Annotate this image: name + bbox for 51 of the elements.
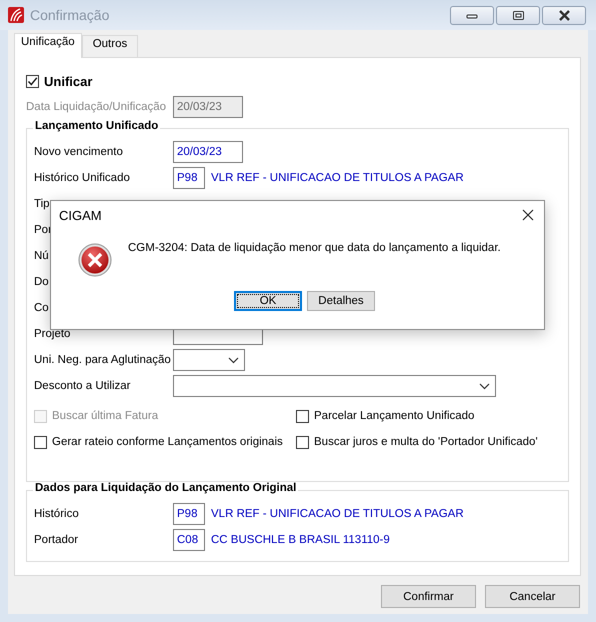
- checkbox[interactable]: [34, 436, 47, 448]
- field-label: Histórico Unificado: [34, 172, 130, 184]
- checkbox[interactable]: [26, 74, 39, 88]
- dropdown-field[interactable]: [173, 375, 496, 397]
- checkbox-label: Parcelar Lançamento Unificado: [314, 410, 474, 422]
- close-button[interactable]: [542, 6, 586, 24]
- checkbox-label: Gerar rateio conforme Lançamentos originais: [52, 436, 283, 448]
- checkbox[interactable]: [296, 436, 309, 448]
- field-label: Data Liquidação/Unificação: [26, 101, 168, 113]
- checkbox[interactable]: [296, 410, 309, 422]
- field-label: Tip: [34, 198, 50, 210]
- close-icon[interactable]: [522, 209, 534, 221]
- dialog-button[interactable]: Confirmar: [381, 585, 476, 608]
- field-label: Do: [34, 276, 49, 288]
- tab[interactable]: Outros: [82, 35, 138, 57]
- maximize-icon: [512, 10, 524, 20]
- minimize-button[interactable]: [450, 6, 494, 24]
- checkbox-label: Unificar: [44, 74, 92, 88]
- dialog-title: CIGAM: [59, 208, 102, 222]
- field-label: Co: [34, 302, 49, 314]
- caret-icon: [479, 382, 490, 390]
- date-field[interactable]: 20/03/23: [173, 141, 243, 163]
- maximize-button[interactable]: [496, 6, 540, 24]
- code-field[interactable]: P98: [173, 503, 205, 525]
- caret-icon: [228, 356, 239, 364]
- field-label: Desconto a Utilizar: [34, 380, 131, 392]
- field-label: Histórico: [34, 508, 79, 520]
- dialog-button[interactable]: Detalhes: [307, 291, 375, 311]
- error-message: CGM-3204: Data de liquidação menor que data do lançamento a liquidar.: [128, 241, 501, 254]
- close-icon: [558, 10, 570, 20]
- code-description: CC BUSCHLE B BRASIL 113110-9: [211, 534, 390, 546]
- code-description: VLR REF - UNIFICACAO DE TITULOS A PAGAR: [211, 172, 464, 184]
- field-label: Portador: [34, 534, 78, 546]
- field-label: Por: [34, 224, 52, 236]
- code-field[interactable]: C08: [173, 529, 205, 551]
- checkbox-label: Buscar juros e multa do 'Portador Unificado': [314, 436, 538, 448]
- field-label: Novo vencimento: [34, 146, 123, 158]
- checkbox-label: Buscar última Fatura: [52, 410, 158, 422]
- field-label: Projeto: [34, 328, 70, 340]
- app-icon: [8, 7, 24, 23]
- tab[interactable]: Unificação: [14, 33, 82, 58]
- field-label: Nú: [34, 250, 49, 262]
- dropdown-field[interactable]: [173, 349, 245, 371]
- dialog-button[interactable]: OK: [234, 291, 302, 311]
- group-title: Dados para Liquidação do Lançamento Original: [33, 482, 298, 494]
- field-label: Uni. Neg. para Aglutinação: [34, 354, 171, 366]
- code-description: VLR REF - UNIFICACAO DE TITULOS A PAGAR: [211, 508, 464, 520]
- group-title: Lançamento Unificado: [33, 120, 160, 132]
- window-title: Confirmação: [30, 7, 110, 23]
- dialog-button[interactable]: Cancelar: [485, 585, 580, 608]
- code-field[interactable]: P98: [173, 167, 205, 189]
